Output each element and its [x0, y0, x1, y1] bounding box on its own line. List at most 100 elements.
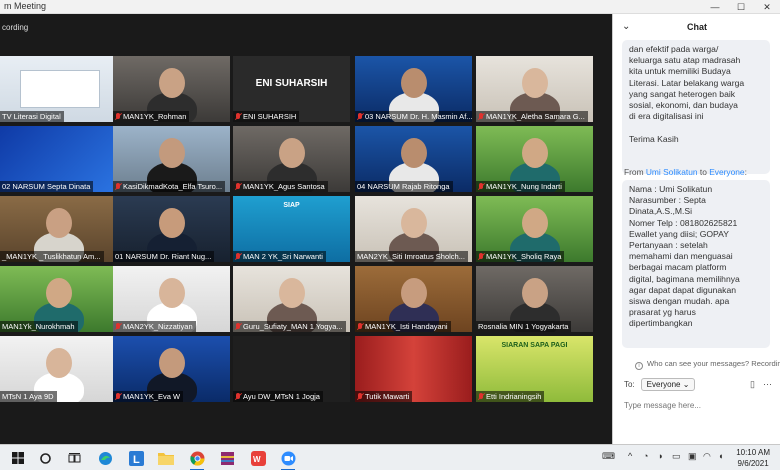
- who-can-see-link[interactable]: i Who can see your messages? Recording O: [635, 359, 780, 370]
- to-word: to: [699, 167, 707, 177]
- participant-tile[interactable]: _MAN1YK _Tuslikhatun Am...: [0, 196, 117, 262]
- minimize-button[interactable]: —: [702, 0, 728, 14]
- participant-tile[interactable]: 02 NARSUM Septa Dinata: [0, 126, 117, 192]
- taskbar: L W ⌨ ^ ◔ ◗ ▭ ▣ ◠ ◖ 10:10 AM 9/6/2021: [0, 444, 780, 470]
- volume-icon[interactable]: ◗: [658, 451, 663, 461]
- participant-name-label: MTsN 1 Aya 9D: [0, 391, 57, 402]
- participant-name-label: MAN1YK_Aletha Samara G...: [476, 111, 588, 122]
- file-explorer-icon[interactable]: [158, 450, 174, 466]
- chat-message-input[interactable]: [624, 398, 774, 412]
- mic-muted-icon: [235, 322, 241, 331]
- participant-tile[interactable]: SIAP MAN 2 YK_Sri Narwanti: [233, 196, 350, 262]
- winrar-icon[interactable]: [219, 450, 235, 466]
- file-icon[interactable]: ▯: [750, 379, 755, 390]
- maximize-button[interactable]: ☐: [728, 0, 754, 14]
- participant-tile[interactable]: Tutik Mawarti: [355, 336, 472, 402]
- battery-icon[interactable]: ▭: [672, 451, 681, 462]
- mic-muted-icon: [478, 392, 484, 401]
- participant-tile[interactable]: SIARAN SAPA PAGI Etti Indrianingsih: [476, 336, 593, 402]
- participant-tile[interactable]: MAN1YK_Sholiq Raya: [476, 196, 593, 262]
- gallery-view: cording TV Literasi Digital MAN1YK_Rohman…: [0, 14, 612, 444]
- participant-name: Guru_Sufiaty_MAN 1 Yogya...: [243, 322, 343, 331]
- recipient-name[interactable]: Everyone: [709, 167, 744, 177]
- participant-face: [401, 68, 427, 98]
- participant-name: MAN2YK_Nizzatiyan: [123, 322, 193, 331]
- participant-tile[interactable]: Ayu DW_MTsN 1 Jogja: [233, 336, 350, 402]
- wps-office-icon[interactable]: W: [250, 450, 266, 466]
- participant-tile[interactable]: MAN2YK_Nizzatiyan: [113, 266, 230, 332]
- participant-tile[interactable]: MAN1Yk_Nurokhmah: [0, 266, 117, 332]
- chat-actions: ▯ ⋯: [750, 379, 772, 390]
- edge-icon[interactable]: [97, 450, 113, 466]
- video-banner-text: SIARAN SAPA PAGI: [501, 342, 568, 349]
- participant-name-label: MAN2YK_Nizzatiyan: [113, 321, 196, 332]
- mic-muted-icon: [235, 112, 241, 121]
- participant-tile[interactable]: Rosnalia MIN 1 Yogyakarta: [476, 266, 593, 332]
- mic-muted-icon: [478, 252, 484, 261]
- video-banner-text: SIAP: [283, 202, 300, 209]
- zoom-icon[interactable]: [280, 450, 296, 466]
- participant-name: ENI SUHARSIH: [243, 112, 297, 121]
- participant-face: [279, 138, 305, 168]
- participant-name-label: _MAN1YK _Tuslikhatun Am...: [0, 251, 104, 262]
- participant-tile[interactable]: Guru_Sufiaty_MAN 1 Yogya...: [233, 266, 350, 332]
- participant-tile[interactable]: ENI SUHARSIH ENI SUHARSIH: [233, 56, 350, 122]
- task-view-icon[interactable]: [66, 450, 82, 466]
- participant-tile[interactable]: TV Literasi Digital: [0, 56, 117, 122]
- participant-tile[interactable]: MAN1YK_Aletha Samara G...: [476, 56, 593, 122]
- participant-tile[interactable]: MAN1YK_Isti Handayani: [355, 266, 472, 332]
- participant-tile[interactable]: 01 NARSUM Dr. Riant Nug...: [113, 196, 230, 262]
- participant-tile[interactable]: KasiDikmadKota_Elfa Tsuro...: [113, 126, 230, 192]
- recipient-dropdown[interactable]: Everyone ⌄: [640, 378, 696, 391]
- participant-tile[interactable]: MAN1YK_Rohman: [113, 56, 230, 122]
- participant-name: MAN1YK_Nung Indarti: [486, 182, 562, 191]
- wifi-icon[interactable]: ◠: [703, 451, 711, 462]
- recipient-row: To: Everyone ⌄: [624, 378, 696, 391]
- participant-tile[interactable]: 03 NARSUM Dr. H. Masmin Af...: [355, 56, 472, 122]
- participant-name: MAN1Yk_Nurokhmah: [2, 322, 75, 331]
- mic-muted-icon: [478, 182, 484, 191]
- chat-message: dan efektif pada warga/ keluarga satu at…: [622, 40, 770, 174]
- participant-face: [401, 138, 427, 168]
- participant-name: MAN2YK_Siti Imroatus Sholch...: [357, 252, 465, 261]
- participant-name-label: MAN1YK_Sholiq Raya: [476, 251, 565, 262]
- search-icon[interactable]: [37, 450, 53, 466]
- participant-name-label: MAN2YK_Siti Imroatus Sholch...: [355, 251, 468, 262]
- chat-header: ⌄ Chat: [613, 14, 780, 40]
- participant-name-label: Ayu DW_MTsN 1 Jogja: [233, 391, 323, 402]
- participant-tile[interactable]: 04 NARSUM Rajab Ritonga: [355, 126, 472, 192]
- chevron-up-icon[interactable]: ^: [628, 451, 632, 461]
- sender-name[interactable]: Umi Solikatun: [646, 167, 698, 177]
- display-icon[interactable]: ▣: [688, 451, 697, 462]
- participant-tile[interactable]: MAN1YK_Eva W: [113, 336, 230, 402]
- participant-tile[interactable]: MAN1YK_Nung Indarti: [476, 126, 593, 192]
- info-icon: i: [635, 362, 643, 370]
- participant-tile[interactable]: MTsN 1 Aya 9D: [0, 336, 117, 402]
- svg-text:L: L: [133, 454, 140, 466]
- participant-name-label: MAN1YK_Rohman: [113, 111, 190, 122]
- windows-start-icon[interactable]: [10, 450, 26, 466]
- participant-tile[interactable]: MAN2YK_Siti Imroatus Sholch...: [355, 196, 472, 262]
- speaker-icon[interactable]: ◖: [718, 451, 723, 461]
- svg-text:W: W: [253, 455, 261, 464]
- participant-name-label: TV Literasi Digital: [0, 111, 64, 122]
- participant-face: [46, 208, 72, 238]
- close-button[interactable]: ✕: [754, 0, 780, 14]
- network-icon[interactable]: ◔: [643, 451, 648, 461]
- shared-slide: [20, 70, 100, 108]
- participant-name-card: ENI SUHARSIH: [255, 78, 328, 89]
- participant-name-label: MAN1YK_Eva W: [113, 391, 184, 402]
- participant-name: 04 NARSUM Rajab Ritonga: [357, 182, 450, 191]
- participant-name: MAN1YK_Isti Handayani: [365, 322, 448, 331]
- more-icon[interactable]: ⋯: [763, 379, 772, 390]
- keyboard-icon[interactable]: ⌨: [602, 451, 615, 462]
- system-clock[interactable]: 10:10 AM 9/6/2021: [736, 447, 770, 469]
- participant-face: [159, 278, 185, 308]
- chrome-icon[interactable]: [189, 450, 205, 466]
- separator: :: [744, 167, 747, 177]
- learning-app-icon[interactable]: L: [128, 450, 144, 466]
- mic-muted-icon: [357, 112, 363, 121]
- participant-face: [159, 138, 185, 168]
- participant-face: [522, 208, 548, 238]
- participant-tile[interactable]: MAN1YK_Agus Santosa: [233, 126, 350, 192]
